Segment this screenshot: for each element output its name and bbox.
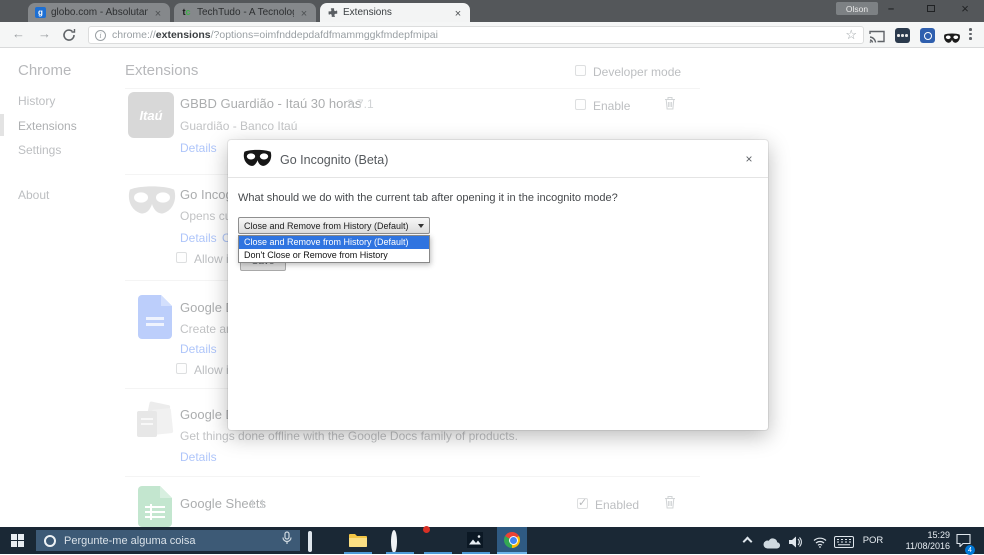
go-incognito-mask-icon	[242, 149, 273, 173]
dialog-close-icon[interactable]	[742, 150, 756, 168]
extension-icon-screenshot[interactable]	[895, 28, 910, 43]
tab-globo[interactable]: g globo.com - Absolutame	[28, 3, 170, 22]
tab-extensions[interactable]: Extensions	[320, 3, 470, 22]
time: 15:29	[927, 529, 950, 540]
browser-menu-icon[interactable]	[969, 28, 972, 40]
clock[interactable]: 15:29 11/08/2016	[890, 530, 950, 552]
url-scheme: chrome://	[112, 29, 156, 41]
puzzle-icon	[327, 7, 338, 18]
tab-close-icon[interactable]	[153, 4, 163, 22]
url-text: chrome://extensions/?options=oimfnddepda…	[112, 29, 839, 41]
window-close-button[interactable]	[950, 0, 980, 17]
touch-keyboard-icon[interactable]	[834, 535, 854, 553]
wifi-icon[interactable]	[813, 535, 827, 553]
window-minimize-button[interactable]	[876, 0, 906, 17]
forward-icon[interactable]: →	[38, 26, 51, 41]
action-center-icon[interactable]: 4	[956, 533, 975, 555]
search-placeholder: Pergunte-me alguma coisa	[64, 534, 196, 547]
browser-titlebar: g globo.com - Absolutame tc TechTudo - A…	[0, 0, 984, 22]
chrome-icon	[504, 531, 520, 548]
task-view-button[interactable]	[308, 531, 312, 552]
select-dropdown-list: Close and Remove from History (Default) …	[238, 235, 430, 263]
dialog-title: Go Incognito (Beta)	[280, 153, 389, 167]
url-host: extensions	[155, 29, 211, 41]
microphone-icon[interactable]	[282, 531, 292, 550]
onedrive-cloud-icon[interactable]	[763, 536, 781, 554]
dialog-header: Go Incognito (Beta)	[228, 140, 768, 178]
url-query: /?options=oimfnddepdafdfmammggkfmdepfmip…	[210, 29, 438, 41]
tab-techtudo[interactable]: tc TechTudo - A Tecnologi	[174, 3, 316, 22]
globo-favicon: g	[35, 7, 46, 18]
profile-button[interactable]: Olson	[836, 2, 878, 15]
dropdown-option-selected[interactable]: Close and Remove from History (Default)	[239, 236, 429, 249]
tab-title: Extensions	[343, 7, 392, 18]
address-bar[interactable]: i chrome://extensions/?options=oimfnddep…	[88, 26, 864, 44]
tab-behavior-select[interactable]: Close and Remove from History (Default)	[238, 217, 430, 234]
photos-button[interactable]	[467, 532, 483, 553]
bookmark-star-icon[interactable]: ☆	[845, 27, 857, 43]
page-info-icon[interactable]: i	[95, 29, 106, 41]
extension-icon-blue[interactable]	[920, 28, 935, 43]
cast-icon[interactable]	[869, 30, 885, 48]
tray-chevron-up-icon[interactable]	[742, 536, 753, 547]
date: 11/08/2016	[905, 540, 950, 551]
dialog-question: What should we do with the current tab a…	[238, 192, 618, 204]
language-indicator[interactable]: POR	[860, 535, 886, 546]
reload-icon[interactable]	[62, 28, 76, 47]
go-incognito-options-dialog: Go Incognito (Beta) What should we do wi…	[228, 140, 768, 430]
opera-button[interactable]	[391, 530, 397, 553]
back-icon[interactable]: ←	[12, 26, 25, 41]
cortana-icon	[44, 534, 56, 547]
tab-close-icon[interactable]	[453, 4, 463, 22]
tab-title: globo.com - Absolutame	[51, 7, 148, 18]
chevron-down-icon	[418, 223, 424, 228]
windows-logo-icon	[10, 534, 24, 547]
dropdown-option[interactable]: Don't Close or Remove from History	[239, 249, 429, 262]
browser-toolbar: ← → i chrome://extensions/?options=oimfn…	[0, 22, 984, 48]
file-explorer-button[interactable]	[349, 533, 367, 552]
go-incognito-toolbar-icon[interactable]	[943, 31, 961, 49]
techtudo-favicon: tc	[181, 7, 192, 18]
start-button[interactable]	[0, 527, 34, 554]
select-value: Close and Remove from History (Default)	[244, 220, 409, 231]
tab-title: TechTudo - A Tecnologi	[197, 7, 294, 18]
windows-taskbar: Pergunte-me alguma coisa POR 15:29 11/08…	[0, 527, 984, 555]
cortana-search-box[interactable]: Pergunte-me alguma coisa	[36, 530, 300, 551]
window-maximize-button[interactable]	[916, 0, 946, 17]
tab-close-icon[interactable]	[299, 4, 309, 22]
volume-icon[interactable]	[789, 535, 802, 553]
favicon-letter: c	[185, 7, 191, 17]
chrome-button[interactable]	[497, 527, 527, 554]
